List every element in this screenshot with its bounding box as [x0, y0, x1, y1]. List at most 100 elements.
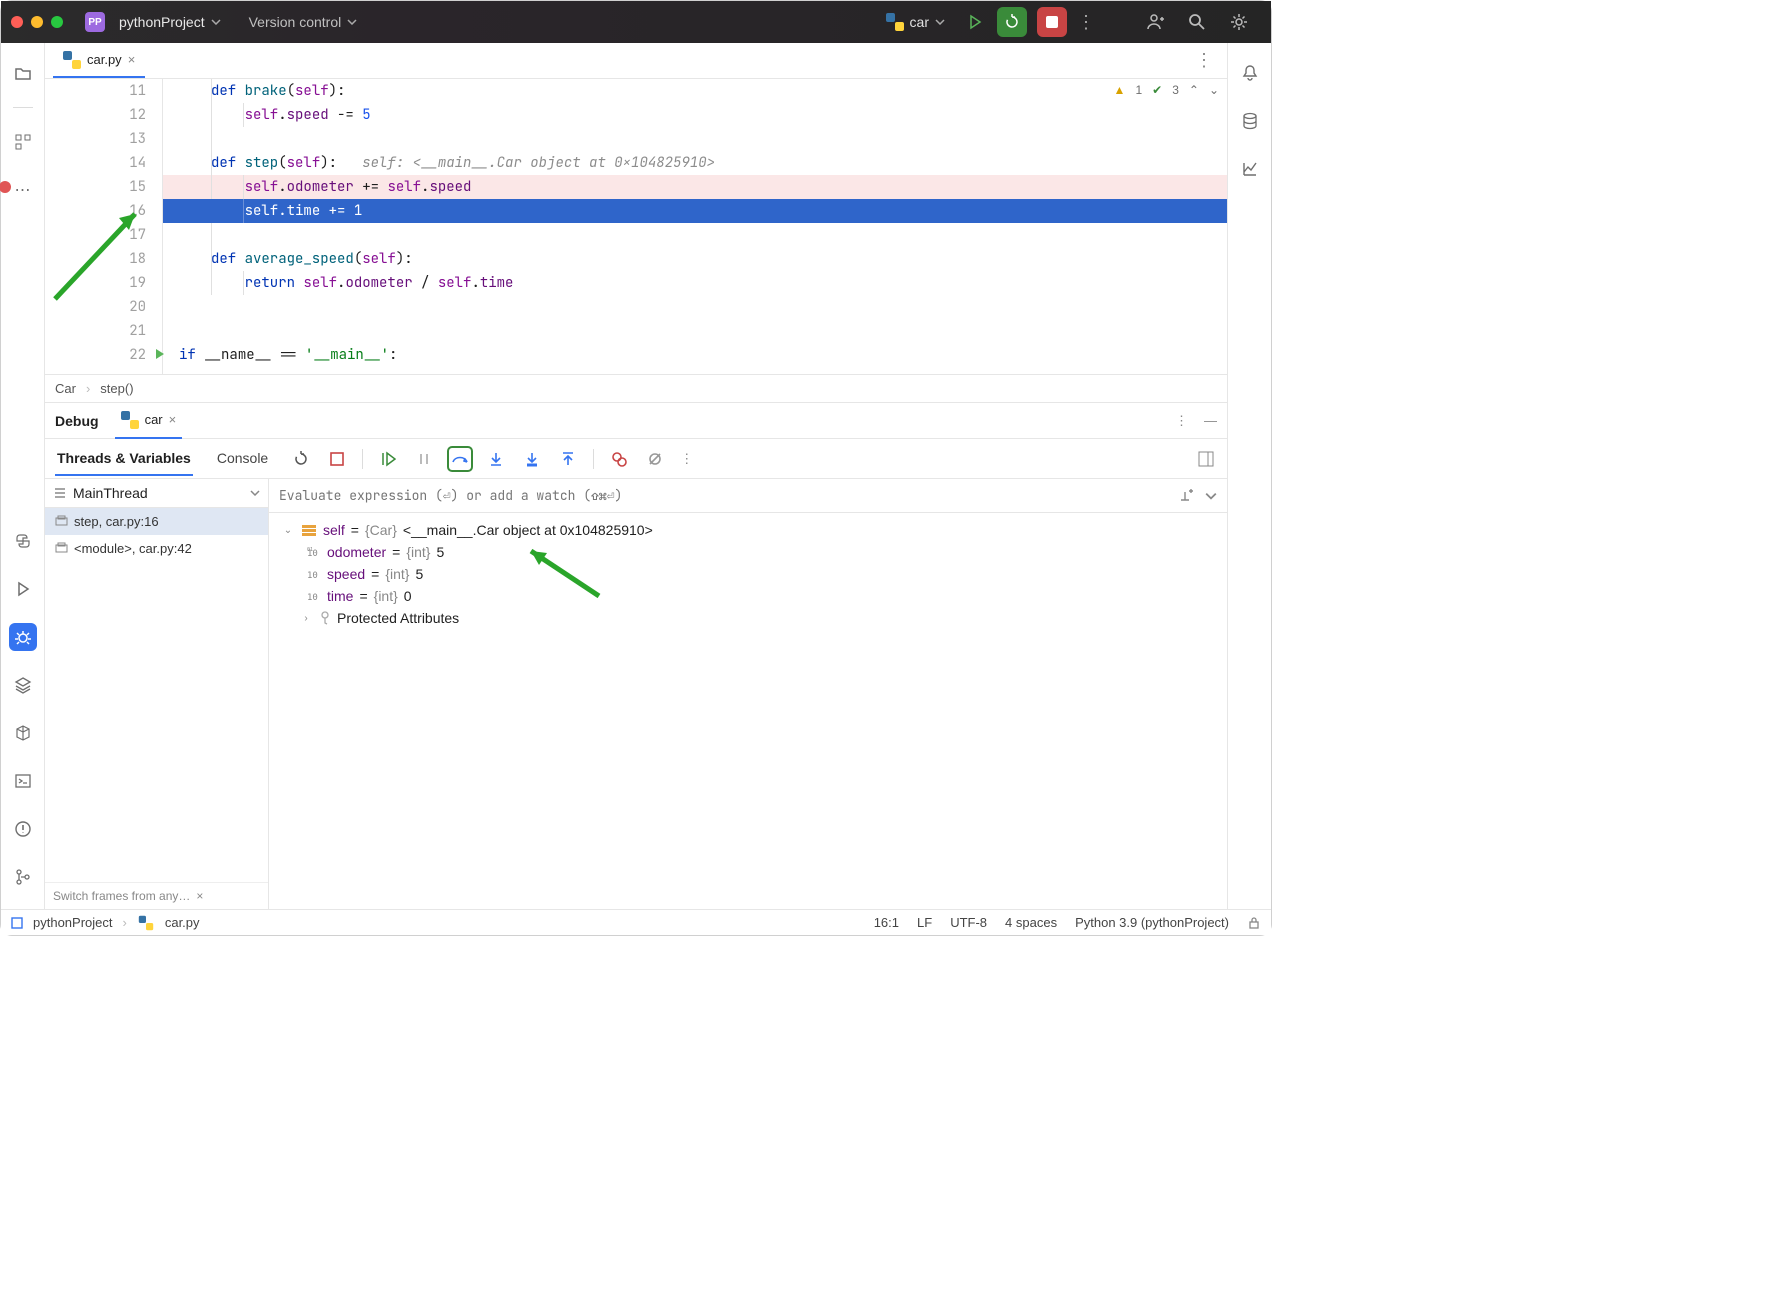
window-minimize-button[interactable]: [31, 16, 43, 28]
int-icon: 10: [307, 568, 321, 580]
breadcrumb-item[interactable]: step(): [100, 381, 133, 396]
search-button[interactable]: [1187, 12, 1219, 32]
project-dropdown[interactable]: pythonProject: [119, 14, 221, 30]
debug-options-button[interactable]: ⋮: [1175, 413, 1188, 429]
variable-speed[interactable]: 10 speed = {int} 5: [269, 563, 1227, 585]
debug-tool-button[interactable]: [9, 623, 37, 651]
sciview-tool-button[interactable]: [1236, 155, 1264, 183]
editor[interactable]: 11 12 13 14 15 16 17 18 19 20 21 22 def …: [45, 79, 1227, 375]
variable-protected-attributes[interactable]: › Protected Attributes: [269, 607, 1227, 629]
indent[interactable]: 4 spaces: [1005, 915, 1057, 930]
step-out-button[interactable]: [557, 448, 579, 470]
mute-breakpoints-button[interactable]: [644, 448, 666, 470]
tab-console[interactable]: Console: [215, 442, 270, 476]
stack-frame[interactable]: <module>, car.py:42: [45, 535, 268, 562]
line-number[interactable]: 17: [45, 223, 146, 247]
view-breakpoints-button[interactable]: [608, 448, 630, 470]
interpreter[interactable]: Python 3.9 (pythonProject): [1075, 915, 1229, 930]
lock-icon[interactable]: [1247, 916, 1261, 930]
stop-debug-button[interactable]: [326, 448, 348, 470]
git-tool-button[interactable]: [9, 863, 37, 891]
version-control-dropdown[interactable]: Version control: [249, 14, 358, 30]
add-watch-button[interactable]: [1175, 485, 1197, 507]
line-number[interactable]: 22: [45, 343, 146, 367]
debug-more-button[interactable]: ⋮: [680, 451, 693, 467]
pause-button[interactable]: [413, 448, 435, 470]
code-with-me-button[interactable]: [1145, 12, 1177, 32]
line-ending[interactable]: LF: [917, 915, 932, 930]
line-number[interactable]: 13: [45, 127, 146, 151]
line-number[interactable]: 12: [45, 103, 146, 127]
status-project[interactable]: pythonProject: [33, 915, 113, 930]
line-number[interactable]: 19: [45, 271, 146, 295]
settings-button[interactable]: [1229, 12, 1261, 32]
step-over-button[interactable]: [449, 448, 471, 470]
breadcrumb-item[interactable]: Car: [55, 381, 76, 396]
line-number[interactable]: 11: [45, 79, 146, 103]
step-into-button[interactable]: [485, 448, 507, 470]
variable-name: speed: [327, 566, 365, 582]
encoding[interactable]: UTF-8: [950, 915, 987, 930]
run-more-button[interactable]: ⋮: [1077, 12, 1095, 33]
structure-icon: [14, 133, 32, 151]
rerun-debug-button[interactable]: [290, 448, 312, 470]
structure-tool-button[interactable]: [9, 128, 37, 156]
line-number[interactable]: 21: [45, 319, 146, 343]
close-icon[interactable]: ×: [196, 889, 203, 903]
debug-minimize-button[interactable]: —: [1204, 413, 1217, 428]
breadcrumb[interactable]: Car › step(): [45, 375, 1227, 403]
layout-button[interactable]: [1195, 448, 1217, 470]
run-tool-button[interactable]: [9, 575, 37, 603]
packages-tool-button[interactable]: [9, 671, 37, 699]
tab-threads-variables[interactable]: Threads & Variables: [55, 442, 193, 476]
services-tool-button[interactable]: [9, 719, 37, 747]
rerun-button[interactable]: [997, 7, 1027, 37]
project-tool-button[interactable]: [9, 59, 37, 87]
evaluate-input[interactable]: [279, 487, 1175, 504]
chevron-down-icon[interactable]: ⌄: [1209, 83, 1219, 97]
tab-close-button[interactable]: ×: [169, 412, 177, 427]
line-number[interactable]: 20: [45, 295, 146, 319]
chevron-up-icon[interactable]: ⌃: [1189, 83, 1199, 97]
line-number[interactable]: 14: [45, 151, 146, 175]
variable-time[interactable]: 10 time = {int} 0: [269, 585, 1227, 607]
code-area[interactable]: def brake(self): self.speed -= 5 def ste…: [163, 79, 1227, 374]
caret-position[interactable]: 16:1: [874, 915, 899, 930]
python-console-button[interactable]: [9, 527, 37, 555]
gutter[interactable]: 11 12 13 14 15 16 17 18 19 20 21 22: [45, 79, 163, 374]
int-icon: 10: [307, 590, 321, 602]
window-close-button[interactable]: [11, 16, 23, 28]
run-config-selector[interactable]: car: [878, 9, 953, 35]
stop-button[interactable]: [1037, 7, 1067, 37]
expand-toggle[interactable]: ›: [299, 613, 313, 624]
evaluate-bar: [269, 479, 1227, 513]
line-number[interactable]: 16: [45, 199, 146, 223]
line-number-breakpoint[interactable]: 15: [45, 175, 146, 199]
line-number[interactable]: 18: [45, 247, 146, 271]
problems-tool-button[interactable]: [9, 815, 37, 843]
variable-odometer[interactable]: 1001 odometer = {int} 5: [269, 541, 1227, 563]
chevron-down-icon[interactable]: [1205, 492, 1217, 500]
more-tool-button[interactable]: ⋯: [9, 176, 37, 204]
resume-button[interactable]: [377, 448, 399, 470]
editor-tab-car[interactable]: car.py ×: [53, 43, 145, 78]
terminal-tool-button[interactable]: [9, 767, 37, 795]
step-into-my-code-button[interactable]: [521, 448, 543, 470]
run-button[interactable]: [963, 14, 987, 30]
inspection-widget[interactable]: ▲1 ✔3 ⌃ ⌄: [1114, 83, 1219, 97]
thread-selector[interactable]: MainThread: [45, 479, 268, 508]
expand-toggle[interactable]: ⌄: [281, 525, 295, 536]
status-file[interactable]: car.py: [165, 915, 200, 930]
tab-close-button[interactable]: ×: [128, 52, 136, 67]
editor-tabs-menu-button[interactable]: ⋮: [1181, 50, 1227, 71]
database-tool-button[interactable]: [1236, 107, 1264, 135]
stack-frame[interactable]: step, car.py:16: [45, 508, 268, 535]
frames-footer[interactable]: Switch frames from any… ×: [45, 882, 268, 909]
variable-self[interactable]: ⌄ self = {Car} <__main__.Car object at 0…: [269, 519, 1227, 541]
window-maximize-button[interactable]: [51, 16, 63, 28]
notifications-button[interactable]: [1236, 59, 1264, 87]
debug-session-tab[interactable]: car ×: [115, 403, 183, 439]
chevron-down-icon: [347, 19, 357, 25]
svg-text:10: 10: [307, 571, 318, 580]
play-icon: [967, 14, 983, 30]
